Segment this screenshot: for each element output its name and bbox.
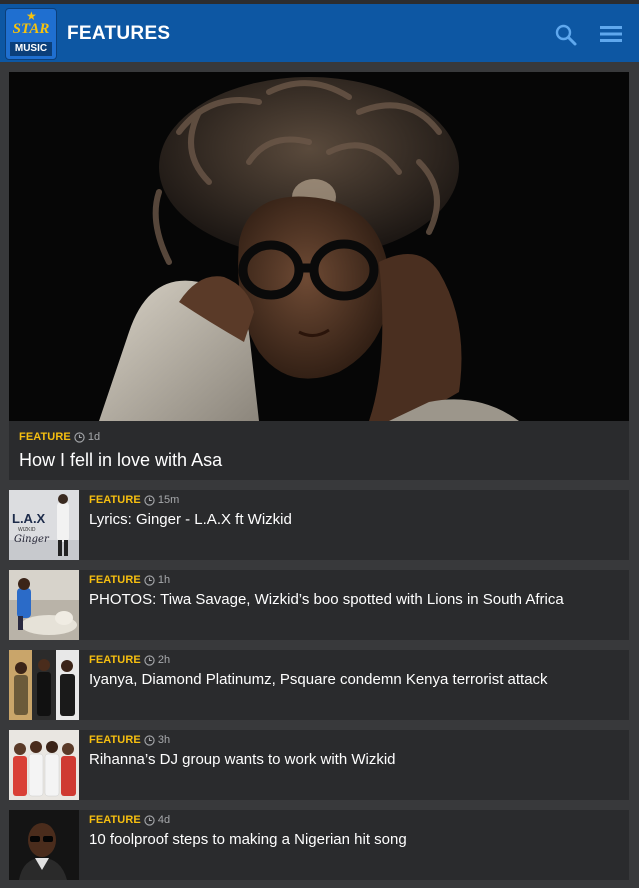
article-meta: FEATURE 15m (89, 493, 179, 507)
category-tag: FEATURE (89, 814, 141, 826)
timestamp: 2h (157, 654, 171, 666)
article-title[interactable]: Rihanna’s DJ group wants to work with Wi… (89, 751, 396, 768)
logo-star-text: STAR (12, 21, 50, 37)
clock-icon (144, 654, 155, 666)
category-tag: FEATURE (89, 734, 141, 746)
article-thumbnail[interactable]: L.A.X WIZKID Ginger (9, 490, 79, 560)
artists-collage-image (9, 650, 79, 720)
svg-text:L.A.X: L.A.X (12, 511, 46, 526)
article-card[interactable]: FEATURE 4d 10 foolproof steps to making … (9, 810, 629, 880)
musician-portrait-image (9, 810, 79, 880)
article-card[interactable]: L.A.X WIZKID Ginger FEATURE 15m Lyrics: … (9, 490, 629, 560)
article-title[interactable]: PHOTOS: Tiwa Savage, Wizkid’s boo spotte… (89, 591, 564, 608)
category-tag: FEATURE (19, 431, 71, 443)
article-card[interactable]: FEATURE 2h Iyanya, Diamond Platinumz, Ps… (9, 650, 629, 720)
svg-text:WIZKID: WIZKID (18, 527, 36, 533)
clock-icon (144, 734, 155, 746)
timestamp: 4d (157, 814, 171, 826)
article-meta: FEATURE 3h (89, 733, 170, 747)
page-title: FEATURES (67, 23, 171, 44)
article-meta: FEATURE 1h (89, 573, 170, 587)
article-title[interactable]: Lyrics: Ginger - L.A.X ft Wizkid (89, 511, 292, 528)
article-meta: FEATURE 4d (89, 813, 170, 827)
article-card[interactable]: FEATURE 1h PHOTOS: Tiwa Savage, Wizkid’s… (9, 570, 629, 640)
featured-article-meta: FEATURE 1d (19, 430, 100, 444)
article-title[interactable]: 10 foolproof steps to making a Nigerian … (89, 831, 407, 848)
asa-portrait-image (9, 72, 629, 421)
timestamp: 3h (157, 734, 171, 746)
star-music-logo[interactable]: ★ STAR MUSIC (5, 8, 57, 60)
clock-icon (74, 431, 85, 443)
category-tag: FEATURE (89, 654, 141, 666)
timestamp: 15m (157, 494, 180, 506)
category-tag: FEATURE (89, 494, 141, 506)
dj-group-image (9, 730, 79, 800)
clock-icon (144, 494, 155, 506)
app-header: ★ STAR MUSIC FEATURES (0, 4, 639, 62)
article-thumbnail[interactable] (9, 650, 79, 720)
article-thumbnail[interactable] (9, 810, 79, 880)
svg-text:Ginger: Ginger (14, 534, 50, 545)
article-card[interactable]: FEATURE 3h Rihanna’s DJ group wants to w… (9, 730, 629, 800)
featured-article[interactable]: FEATURE 1d How I fell in love with Asa (9, 72, 629, 480)
article-thumbnail[interactable] (9, 570, 79, 640)
logo-music-text: MUSIC (10, 42, 52, 56)
clock-icon (144, 574, 155, 586)
timestamp: 1d (87, 431, 101, 443)
lax-ginger-cover-image: L.A.X WIZKID Ginger (9, 490, 79, 560)
article-thumbnail[interactable] (9, 730, 79, 800)
article-meta: FEATURE 2h (89, 653, 170, 667)
clock-icon (144, 814, 155, 826)
search-icon[interactable] (554, 23, 578, 47)
timestamp: 1h (157, 574, 171, 586)
category-tag: FEATURE (89, 574, 141, 586)
tiwa-savage-lions-image (9, 570, 79, 640)
featured-article-image[interactable] (9, 72, 629, 421)
featured-article-title[interactable]: How I fell in love with Asa (19, 450, 222, 471)
hamburger-menu-icon[interactable] (600, 24, 622, 44)
article-title[interactable]: Iyanya, Diamond Platinumz, Psquare conde… (89, 671, 548, 688)
